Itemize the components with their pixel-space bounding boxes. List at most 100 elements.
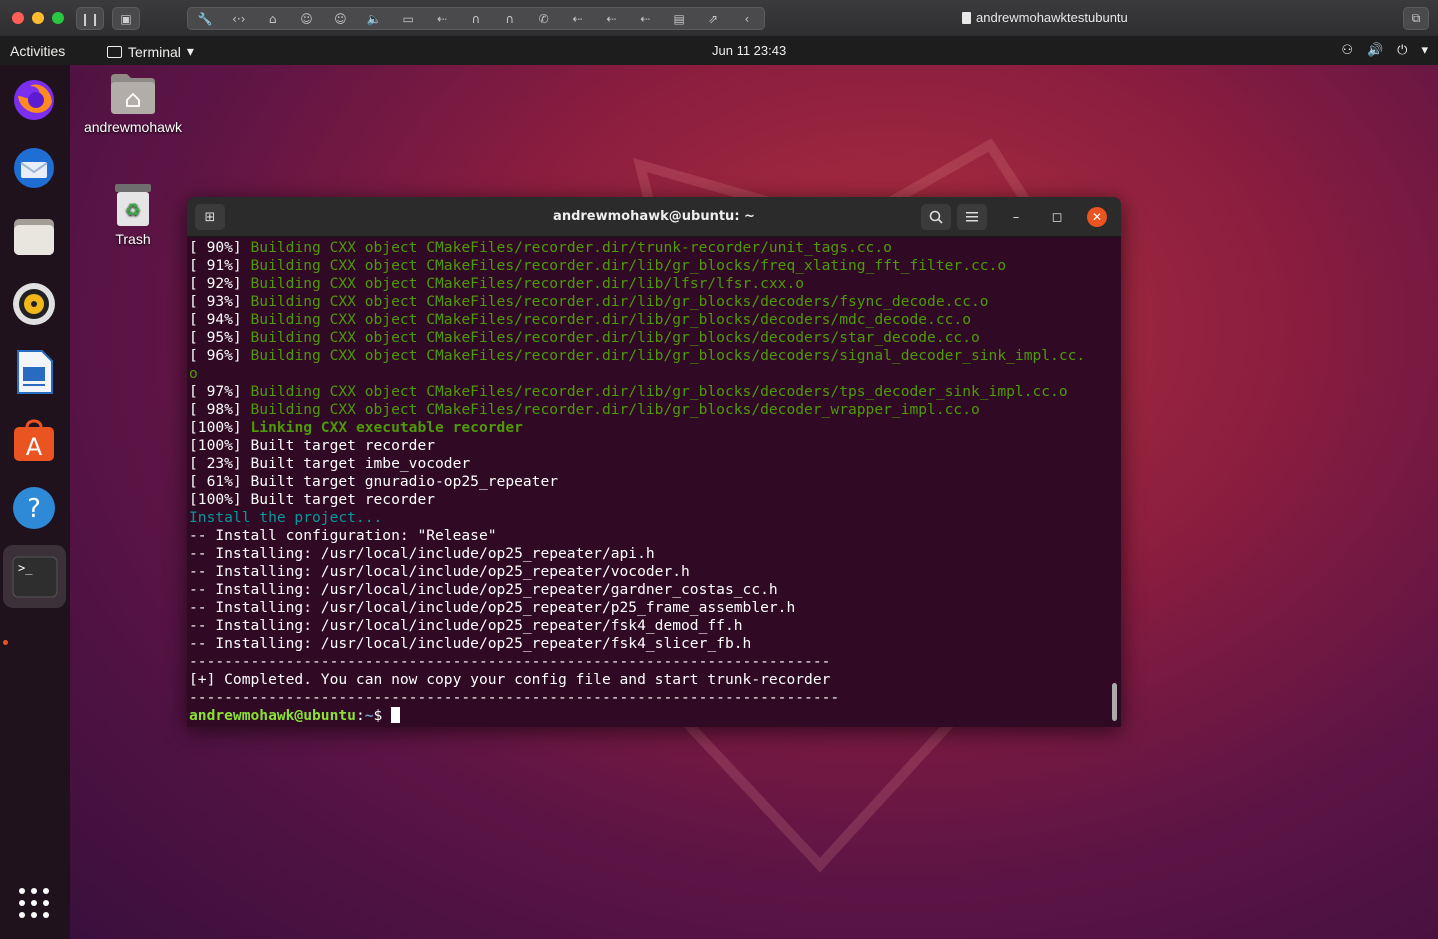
terminal-line: -- Install configuration: "Release" (189, 527, 1105, 545)
share-icon[interactable]: ⇗ (696, 12, 730, 26)
line-text: -- Installing: /usr/local/include/op25_r… (189, 545, 655, 562)
system-tray[interactable]: ⚇ 🔊 ⏻ ▾ (1341, 42, 1428, 58)
home-folder-icon (111, 74, 155, 114)
code-icon[interactable]: ‹·› (222, 12, 256, 26)
top-panel: Activities Terminal ▾ Jun 11 23:43 ⚇ 🔊 ⏻… (0, 37, 1438, 65)
svg-text:>_: >_ (18, 561, 33, 575)
sound-icon[interactable]: 🔈 (357, 12, 391, 26)
minimize-window-button[interactable] (32, 12, 44, 24)
camera-icon[interactable]: ▭ (391, 12, 425, 26)
terminal-line: -- Installing: /usr/local/include/op25_r… (189, 599, 1105, 617)
vm-host-toolbar: ❙❙ ▣ 🔧 ‹·› ⌂ ☺ ☺ 🔈 ▭ ⇠ ∩ ∩ ✆ ⇠ ⇠ ⇠ ▤ ⇗ ‹… (0, 0, 1438, 37)
scrollbar[interactable] (1112, 683, 1117, 721)
home-folder-label: andrewmohawk (83, 119, 183, 135)
line-progress: [ 97%] (189, 383, 251, 400)
terminal-line: [ 94%] Building CXX object CMakeFiles/re… (189, 311, 1105, 329)
desktop-home-folder[interactable]: andrewmohawk (78, 72, 188, 135)
user-alt-icon[interactable]: ☺ (324, 12, 358, 26)
line-progress: [100%] (189, 491, 251, 508)
terminal-line: -- Installing: /usr/local/include/op25_r… (189, 635, 1105, 653)
vm-device-toolbar: 🔧 ‹·› ⌂ ☺ ☺ 🔈 ▭ ⇠ ∩ ∩ ✆ ⇠ ⇠ ⇠ ▤ ⇗ ‹ (187, 7, 765, 30)
rhythmbox-icon (13, 283, 55, 325)
snapshot-button[interactable]: ▣ (112, 7, 140, 30)
zoom-window-button[interactable] (52, 12, 64, 24)
terminal-launcher[interactable]: >_ (3, 545, 66, 608)
help-icon: ? (13, 487, 55, 529)
network-icon: ⚇ (1341, 42, 1353, 57)
line-text: Building CXX object CMakeFiles/recorder.… (250, 401, 980, 418)
line-text: [+] Completed. You can now copy your con… (189, 671, 831, 688)
terminal-line: ----------------------------------------… (189, 653, 1105, 671)
terminal-line: [ 97%] Building CXX object CMakeFiles/re… (189, 383, 1105, 401)
usb-alt-icon[interactable]: ⇠ (561, 12, 595, 26)
terminal-line: [ 95%] Building CXX object CMakeFiles/re… (189, 329, 1105, 347)
disk-icon[interactable]: ▤ (662, 12, 696, 26)
terminal-line: [ 92%] Building CXX object CMakeFiles/re… (189, 275, 1105, 293)
firefox-icon (14, 80, 54, 120)
terminal-headerbar[interactable]: ⊞ andrewmohawk@ubuntu: ~ – ◻ ✕ (187, 197, 1121, 237)
chevron-left-icon[interactable]: ‹ (730, 12, 764, 26)
terminal-line: [100%] Built target recorder (189, 437, 1105, 455)
chevron-down-icon: ▾ (1421, 42, 1428, 57)
svg-text:♻: ♻ (125, 200, 141, 221)
app-menu-label: Terminal (128, 43, 181, 60)
host-title-text: andrewmohawktestubuntu (976, 10, 1128, 25)
headphones-icon[interactable]: ∩ (459, 12, 493, 26)
terminal-line: -- Installing: /usr/local/include/op25_r… (189, 581, 1105, 599)
maximize-button[interactable]: ◻ (1047, 207, 1067, 227)
line-text: Building CXX object CMakeFiles/recorder.… (250, 347, 1086, 364)
dock: A ? >_ (0, 65, 70, 939)
show-applications-button[interactable] (18, 887, 50, 919)
line-progress: [ 95%] (189, 329, 251, 346)
power-icon: ⏻ (1397, 42, 1408, 57)
line-text: -- Install configuration: "Release" (189, 527, 497, 544)
pause-vm-button[interactable]: ❙❙ (76, 7, 104, 30)
rhythmbox-launcher[interactable] (9, 279, 59, 329)
minimize-button[interactable]: – (1006, 207, 1026, 227)
close-button[interactable]: ✕ (1087, 207, 1107, 227)
files-launcher[interactable] (9, 211, 59, 261)
clock[interactable]: Jun 11 23:43 (712, 43, 786, 58)
user-icon[interactable]: ☺ (290, 12, 324, 26)
usb-icon[interactable]: ⇠ (425, 12, 459, 26)
prompt-user: andrewmohawk@ubuntu (189, 707, 356, 724)
app-menu[interactable]: Terminal ▾ (107, 43, 194, 60)
terminal-line: [ 96%] Building CXX object CMakeFiles/re… (189, 347, 1105, 365)
line-text: Building CXX object CMakeFiles/recorder.… (250, 257, 1007, 274)
thunderbird-launcher[interactable] (9, 143, 59, 193)
trash-icon: ♻ (115, 184, 151, 226)
activities-button[interactable]: Activities (10, 43, 65, 59)
desktop-trash[interactable]: ♻ Trash (103, 182, 163, 247)
prompt-line[interactable]: andrewmohawk@ubuntu:~$ (189, 707, 1105, 725)
usb-alt2-icon[interactable]: ⇠ (595, 12, 629, 26)
line-progress: [ 98%] (189, 401, 251, 418)
volume-icon: 🔊 (1366, 42, 1384, 57)
writer-launcher[interactable] (9, 347, 59, 397)
line-text: Building CXX object CMakeFiles/recorder.… (250, 239, 892, 256)
software-launcher[interactable]: A (9, 415, 59, 465)
phone-icon[interactable]: ✆ (527, 12, 561, 26)
line-text: ----------------------------------------… (189, 653, 831, 670)
line-text: Linking CXX executable recorder (250, 419, 523, 436)
usb-alt3-icon[interactable]: ⇠ (628, 12, 662, 26)
terminal-line: o (189, 365, 1105, 383)
hamburger-icon (966, 212, 978, 222)
firefox-launcher[interactable] (9, 75, 59, 125)
terminal-line: -- Installing: /usr/local/include/op25_r… (189, 617, 1105, 635)
fullscreen-button[interactable]: ⧉ (1403, 7, 1429, 30)
terminal-line: Install the project... (189, 509, 1105, 527)
line-text: -- Installing: /usr/local/include/op25_r… (189, 635, 752, 652)
line-progress: [ 92%] (189, 275, 251, 292)
search-button[interactable] (921, 204, 951, 230)
grid-icon (19, 888, 49, 918)
help-launcher[interactable]: ? (9, 483, 59, 533)
line-progress: [100%] (189, 419, 251, 436)
terminal-window[interactable]: ⊞ andrewmohawk@ubuntu: ~ – ◻ ✕ [ 90%] Bu… (187, 197, 1121, 727)
close-window-button[interactable] (12, 12, 24, 24)
settings-wrench-icon[interactable]: 🔧 (188, 12, 222, 26)
menu-button[interactable] (957, 204, 987, 230)
headphones-alt-icon[interactable]: ∩ (493, 12, 527, 26)
terminal-output[interactable]: [ 90%] Building CXX object CMakeFiles/re… (189, 239, 1105, 725)
drive-icon[interactable]: ⌂ (256, 12, 290, 26)
search-icon (929, 210, 943, 224)
